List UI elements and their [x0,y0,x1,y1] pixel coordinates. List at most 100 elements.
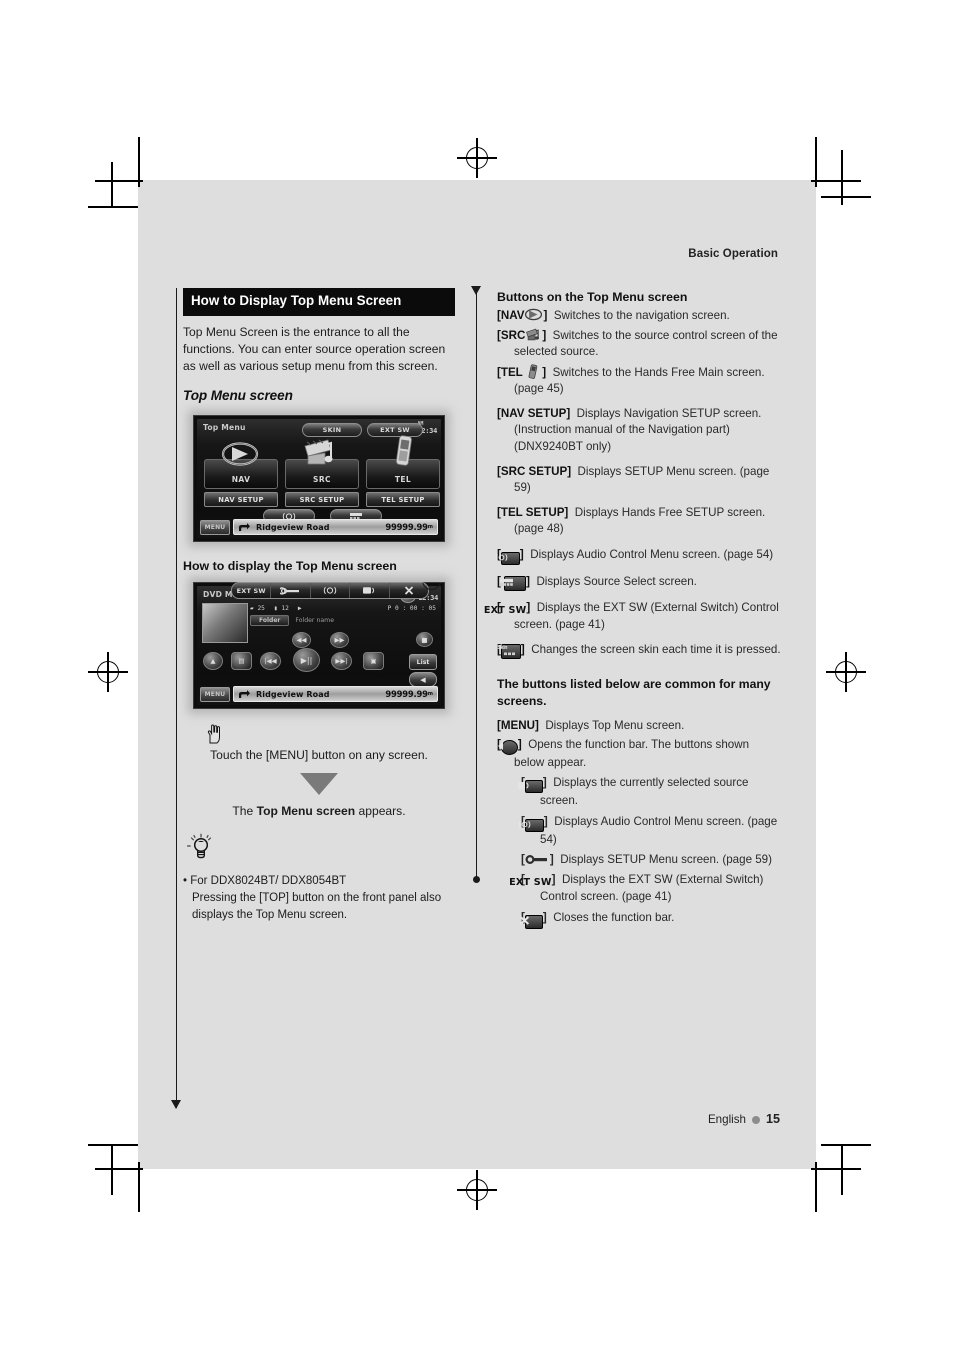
button-desc-tel: [TEL ] Switches to the Hands Free Main s… [497,364,782,397]
tel-setup-button[interactable]: TEL SETUP [366,492,440,508]
desc-close-funcbar: Closes the function bar. [553,910,675,924]
crop-mark-tl-h [95,180,143,182]
desc-audio-control: Displays Audio Control Menu screen. (pag… [530,547,774,561]
intro-paragraph: Top Menu Screen is the entrance to all t… [183,324,446,374]
ext-sw-icon: EXT SW [483,604,527,616]
section-title: How to Display Top Menu Screen [183,288,455,316]
desc-tel: Switches to the Hands Free Main screen. … [514,365,765,395]
turn-arrow-icon [239,522,250,531]
subheading-top-menu-screen: Top Menu screen [183,388,293,404]
dvd-menu-key[interactable]: MENU [200,686,230,702]
running-head: Basic Operation [688,248,778,260]
src-button-label: SRC [313,475,331,485]
key-extsw-close: ] [526,600,531,614]
distance-unit: m [427,524,433,531]
src-setup-button[interactable]: SRC SETUP [285,492,359,508]
screenshot-top-menu: Top Menu AM 12:34 SKIN EXT SW NAV SRC [193,415,445,543]
src-media-icon [526,328,540,341]
funcbar-close-button[interactable] [390,583,428,598]
dvd-road-name: Ridgeview Road [256,689,330,699]
add-button[interactable]: ▣ [363,652,384,671]
top-menu-title: Top Menu [203,423,246,433]
right-column-connector-dot [473,876,480,883]
key-extsw2-close: ] [551,873,556,887]
tip-note-line-1: • For DDX8024BT/ DDX8054BT [183,875,347,888]
stop-button[interactable]: ■ [416,632,433,648]
next-track-button[interactable]: ▶▶| [331,652,352,671]
key-setup-close: ] [549,852,554,866]
turn-arrow-icon [239,689,250,698]
button-desc-source-screen: [ ] Displays the currently selected sour… [518,775,782,809]
top-menu-status-bar: MENU Ridgeview Road 99999.99 m [200,519,438,536]
key-audio-close: ] [519,547,524,561]
button-desc-src-setup: [SRC SETUP] Displays SETUP Menu screen. … [497,464,782,496]
button-desc-tel-setup: [TEL SETUP] Displays Hands Free SETUP sc… [497,505,782,537]
button-desc-audio-control-2: [ ] Displays Audio Control Menu screen. … [518,814,782,848]
right-column-connector-line [476,293,478,878]
rewind-button[interactable]: ◀◀ [292,632,311,649]
funcbar-ext-sw-button[interactable]: EXT SW [232,583,272,599]
play-indicator: ▶ [297,604,302,612]
footer-dot-icon [751,1116,760,1124]
desc-src: Switches to the source control screen of… [514,329,778,359]
list-button[interactable]: List [409,654,437,671]
audio-icon [323,587,337,595]
top-menu-appears-line: The Top Menu screen appears. [183,804,455,818]
crop-mark-tr-h2 [821,196,871,198]
road-name: Ridgeview Road [256,522,330,532]
previous-track-button[interactable]: |◀◀ [260,652,281,671]
dvd-distance-value: 99999.99 [385,689,428,700]
tel-button-label: TEL [394,475,412,485]
tip-bulb-icon [187,833,212,859]
dvd-info-bar: ▰ 25 ▮ 12 ▶ P 0 : 00 : 05 [250,603,436,613]
dvd-media-display: DVD MEDIA AM 12:34 ▰ 25 ▮ 12 ▶ P 0 : 00 … [197,586,441,706]
menu-key[interactable]: MENU [200,519,230,535]
dvd-folder-row: Folder Folder name [250,615,436,627]
button-desc-ext-sw: [EXT SW] Displays the EXT SW (External S… [483,600,782,634]
tel-phone-icon [528,364,538,379]
back-button[interactable]: ◀ [409,672,437,688]
desc-source-select: Displays Source Select screen. [536,574,697,588]
key-srcscr-close: ] [542,776,547,790]
tip-note-line-2: Pressing the [TOP] button on the front p… [192,891,442,921]
top-menu-display: Top Menu AM 12:34 SKIN EXT SW NAV SRC [197,419,441,539]
dvd-navigation-info-bar: Ridgeview Road 99999.99 m [233,686,438,703]
folder-number: ▰ 25 [250,604,265,612]
crop-mark-br-h2 [821,1144,871,1146]
right-column-connector-arrow-top [471,286,481,295]
folder-name-text: Folder name [295,617,334,625]
audio-control-icon [518,818,544,832]
button-desc-audio-control: [ ] Displays Audio Control Menu screen. … [495,547,782,565]
desc-menu: Displays Top Menu screen. [545,718,685,732]
key-nav-close: ] [543,309,548,322]
desc-open-funcbar: Opens the function bar. The buttons show… [514,738,750,770]
close-icon [404,586,413,595]
key-src: [SRC [497,329,526,343]
desc-ext-sw-2: Displays the EXT SW (External Switch) Co… [540,873,764,904]
folder-button[interactable]: ▤ [231,652,252,671]
skin-button[interactable]: SKIN [302,423,362,438]
wrench-icon [279,587,299,595]
subheading-how-to-display: How to display the Top Menu screen [183,559,397,574]
play-pause-button[interactable]: ▶|| [293,648,320,673]
hand-cursor-icon [207,724,220,744]
eject-button[interactable]: ▲ [203,652,223,671]
funcbar-setup-button[interactable] [271,583,311,599]
button-desc-src: [SRC ] Switches to the source control sc… [497,327,782,360]
funcbar-audio-button[interactable] [311,583,351,599]
source-icon [363,587,375,594]
key-menu: [MENU] [497,718,539,732]
key-openbar-close: ] [517,738,522,752]
desc-nav: Switches to the navigation screen. [553,309,730,322]
funcbar-source-button[interactable] [350,583,390,599]
open-funcbar-icon [497,740,518,756]
folder-chip[interactable]: Folder [250,615,290,627]
ext-sw-icon: EXT SW [509,877,552,889]
button-desc-setup: [ ] Displays SETUP Menu screen. (page 59… [521,852,782,868]
fast-forward-button[interactable]: ▶▶ [330,632,349,649]
button-desc-nav-setup: [NAV SETUP] Displays Navigation SETUP sc… [497,406,782,455]
nav-setup-button[interactable]: NAV SETUP [204,492,278,508]
tel-phone-icon [395,435,412,466]
appears-bold: Top Menu screen [256,804,356,819]
key-tel-close: ] [542,365,547,379]
